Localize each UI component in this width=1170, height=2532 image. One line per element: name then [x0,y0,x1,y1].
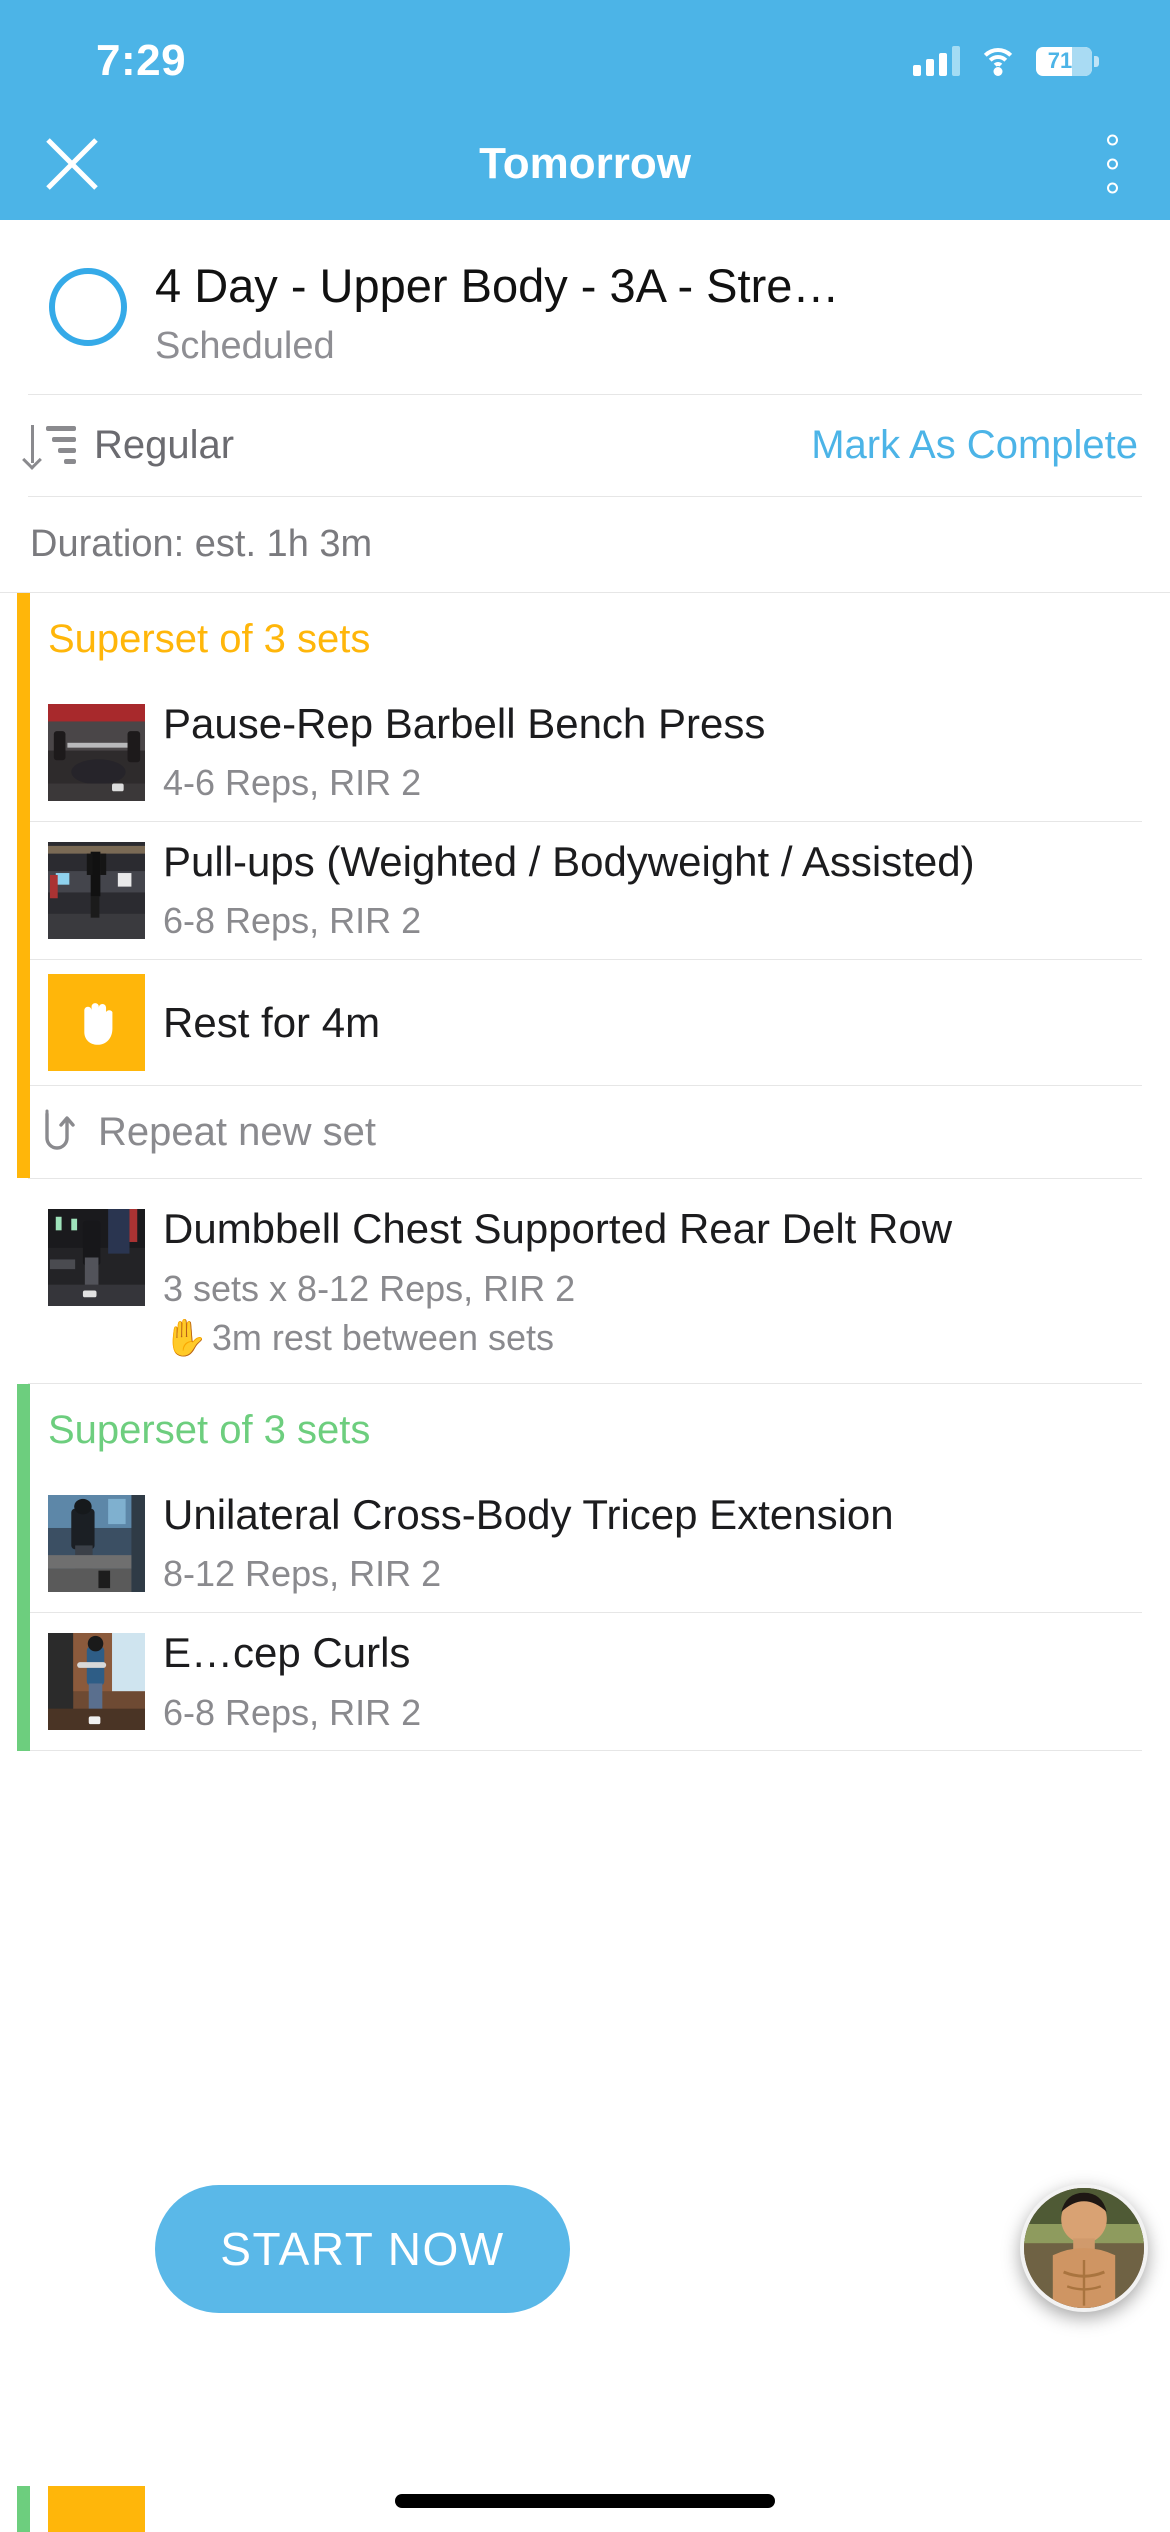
status-bar-time: 7:29 [96,36,187,85]
hand-stop-icon: ✋ [163,1316,208,1358]
workout-toolbar: Regular Mark As Complete [0,395,1170,496]
app-screen: 7:29 71 Tomorrow 4 Day - Upper Body - 3A… [0,0,1170,2532]
tricep-extension-thumbnail [48,1494,145,1592]
exercise-row[interactable]: Pause-Rep Barbell Bench Press 4-6 Reps, … [0,684,1170,821]
superset-section-2: Superset of 3 sets Unilateral Cross-Body… [0,1383,1170,1752]
avatar[interactable] [1020,2184,1148,2312]
exercise-row[interactable]: Unilateral Cross-Body Tricep Extension 8… [0,1475,1170,1612]
rest-row[interactable]: Rest for 4m [0,960,1170,1085]
status-bar: 7:29 71 [0,0,1170,108]
start-now-button[interactable]: START NOW [155,2185,570,2313]
status-bar-indicators: 71 [913,46,1099,76]
hand-stop-icon [48,974,145,1072]
more-options-icon[interactable] [1107,134,1118,194]
exercise-meta: 8-12 Reps, RIR 2 [163,1553,442,1595]
workout-header[interactable]: 4 Day - Upper Body - 3A - Stre… Schedule… [0,220,1170,394]
superset-accent-bar [17,592,30,1179]
workout-title: 4 Day - Upper Body - 3A - Stre… [155,260,840,312]
pull-up-thumbnail [48,841,145,939]
superset-section-1: Superset of 3 sets Pause-Rep Barbell Ben… [0,592,1170,1179]
start-now-label: START NOW [220,2223,505,2275]
divider [28,1750,1142,1752]
exercise-meta: 6-8 Reps, RIR 2 [163,1691,422,1733]
exercise-name: Dumbbell Chest Supported Rear Delt Row [163,1205,953,1253]
duration-label: Duration: est. 1h 3m [30,522,373,565]
exercise-row[interactable]: E…cep Curls 6-8 Reps, RIR 2 [0,1613,1170,1750]
exercise-row[interactable]: Dumbbell Chest Supported Rear Delt Row 3… [0,1179,1170,1382]
bicep-curl-thumbnail [48,1633,145,1731]
nav-bar: Tomorrow [0,108,1170,220]
exercise-meta: 6-8 Reps, RIR 2 [163,900,422,942]
superset-title: Superset of 3 sets [48,1407,371,1452]
bench-press-thumbnail [48,703,145,801]
close-icon[interactable] [40,132,104,196]
sort-control[interactable]: Regular [22,422,235,471]
empty-circle-icon[interactable] [49,268,127,346]
exercise-name: Pull-ups (Weighted / Bodyweight / Assist… [163,837,975,885]
wifi-icon [978,46,1018,76]
exercise-meta: 3 sets x 8-12 Reps, RIR 2 [163,1267,576,1309]
repeat-row[interactable]: Repeat new set [0,1086,1170,1178]
hand-stop-icon [48,2486,145,2532]
workout-detail-scroll[interactable]: 4 Day - Upper Body - 3A - Stre… Schedule… [0,220,1170,2532]
exercise-rest-note: ✋ 3m rest between sets [163,1317,1140,1359]
repeat-label: Repeat new set [98,1109,376,1154]
exercise-row[interactable]: Pull-ups (Weighted / Bodyweight / Assist… [0,822,1170,959]
exercise-name: Unilateral Cross-Body Tricep Extension [163,1490,894,1538]
superset-title: Superset of 3 sets [48,616,371,661]
superset-accent-bar [17,2486,30,2532]
sort-label: Regular [94,422,235,467]
repeat-icon [40,1108,84,1156]
workout-status: Scheduled [155,324,335,367]
superset-accent-bar [17,1383,30,1752]
mark-as-complete-button[interactable]: Mark As Complete [811,423,1138,468]
rest-note-text: 3m rest between sets [211,1316,554,1358]
single-exercise-section: Dumbbell Chest Supported Rear Delt Row 3… [0,1179,1170,1382]
rest-label: Rest for 4m [163,998,381,1046]
cellular-signal-icon [913,46,960,76]
exercise-meta: 4-6 Reps, RIR 2 [163,762,422,804]
exercise-name: Pause-Rep Barbell Bench Press [163,699,766,747]
battery-percent: 71 [1047,48,1073,73]
rear-delt-row-thumbnail [48,1209,145,1307]
home-indicator [395,2494,775,2508]
sort-descending-icon [22,423,76,471]
exercise-name: E…cep Curls [163,1629,411,1677]
page-title: Tomorrow [479,139,691,188]
battery-icon: 71 [1036,46,1099,76]
